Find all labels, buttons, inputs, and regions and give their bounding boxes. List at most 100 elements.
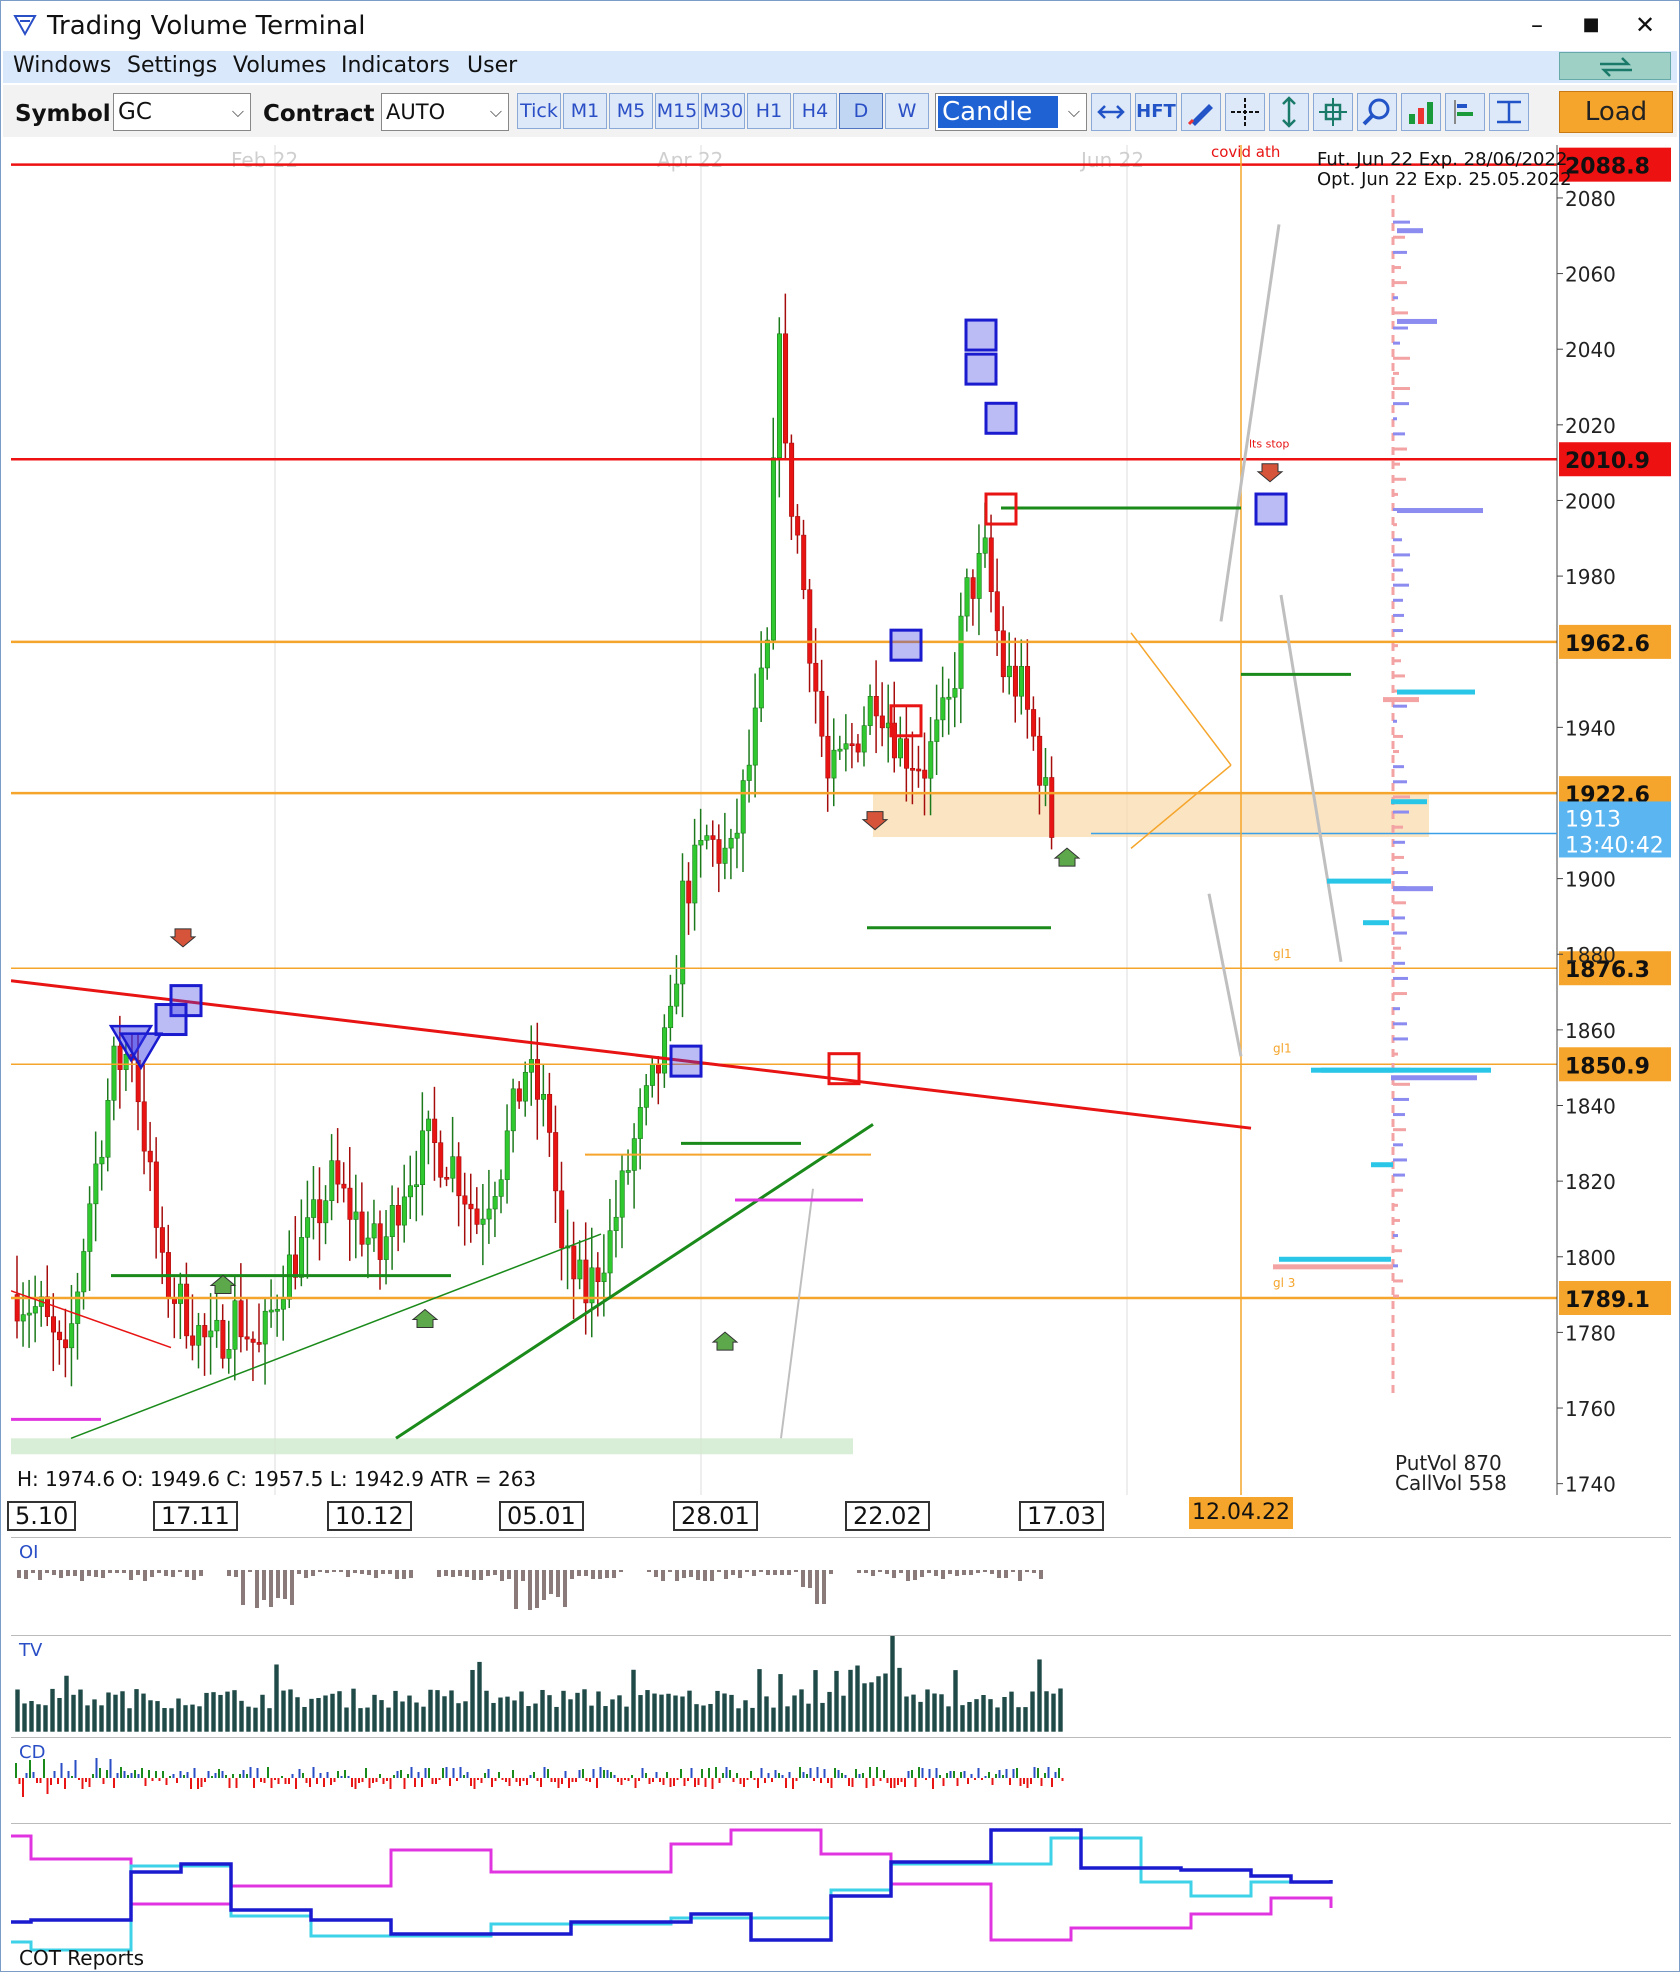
timeframe-m30[interactable]: M30: [701, 93, 745, 129]
profile-tool-button[interactable]: [1445, 93, 1485, 131]
volume-tool-button[interactable]: [1401, 93, 1441, 131]
tv-bar: [602, 1705, 609, 1733]
menu-indicators[interactable]: Indicators: [341, 53, 450, 78]
cd-bar: [312, 1767, 315, 1778]
oi-bar: [696, 1570, 700, 1580]
cd-bar: [211, 1776, 213, 1778]
cursor-tool-button[interactable]: [1091, 93, 1131, 131]
candle-body: [426, 1118, 432, 1132]
cd-bar: [491, 1778, 493, 1787]
menu-windows[interactable]: Windows: [13, 53, 111, 78]
candle-body: [686, 880, 692, 904]
hft-button[interactable]: HFT: [1135, 93, 1177, 131]
tv-bar: [924, 1688, 931, 1733]
profile-bar: [1393, 795, 1410, 799]
oi-bar: [472, 1570, 476, 1580]
maximize-button[interactable]: ■: [1571, 9, 1611, 41]
profile-bar-strong: [1363, 920, 1389, 926]
move-icon: [1319, 98, 1347, 126]
candle-body: [1025, 666, 1031, 710]
cd-bar: [960, 1772, 962, 1778]
tv-bar: [672, 1694, 679, 1733]
cd-bar: [872, 1778, 875, 1786]
cd-bar: [799, 1767, 801, 1778]
tv-bar: [574, 1692, 581, 1733]
cd-bar: [890, 1778, 892, 1788]
cd-bar: [648, 1778, 651, 1784]
tv-panel[interactable]: TV: [11, 1635, 1671, 1735]
price-level-label: 2010.9: [1565, 449, 1650, 474]
cd-bar: [991, 1778, 994, 1785]
profile-bar: [1393, 538, 1402, 542]
timeframe-h4[interactable]: H4: [793, 93, 837, 129]
load-button[interactable]: Load: [1559, 91, 1673, 133]
timeframe-m5[interactable]: M5: [609, 93, 653, 129]
cd-panel[interactable]: CD: [11, 1737, 1671, 1821]
cd-bar: [130, 1773, 133, 1778]
tv-bar: [1057, 1687, 1064, 1733]
cd-bar: [368, 1778, 371, 1788]
tv-bar: [735, 1707, 742, 1733]
contract-select[interactable]: AUTO ⌵: [381, 93, 509, 131]
chart-type-value: Candle: [938, 96, 1058, 128]
tv-bar: [581, 1688, 588, 1733]
cd-bar: [333, 1778, 336, 1782]
zoom-tool-button[interactable]: [1357, 93, 1397, 131]
buy-arrow-icon: [209, 1274, 237, 1294]
tv-bar: [357, 1707, 364, 1733]
y-axis-tick-label: 2040: [1565, 338, 1616, 362]
cd-bar: [204, 1778, 206, 1782]
profile-bar-strong: [1391, 799, 1427, 805]
minimize-button[interactable]: –: [1517, 9, 1557, 41]
profile-bar: [1393, 1188, 1403, 1192]
profile-bar: [1393, 1007, 1400, 1011]
oi-bar: [66, 1570, 70, 1576]
oi-bar: [983, 1570, 987, 1572]
draw-tool-button[interactable]: [1181, 93, 1221, 131]
cd-bar: [746, 1778, 749, 1780]
close-button[interactable]: ✕: [1625, 9, 1665, 41]
vertical-scale-button[interactable]: [1269, 93, 1309, 131]
timeframe-tick[interactable]: Tick: [517, 93, 561, 129]
cd-bar: [526, 1778, 528, 1785]
date-label: 05.01: [499, 1501, 584, 1531]
oi-bar: [129, 1570, 133, 1580]
candle-body: [468, 1203, 474, 1210]
move-tool-button[interactable]: [1313, 93, 1353, 131]
toolbar: Symbol GC ⌵ Contract AUTO ⌵ Tick M1 M5 M…: [3, 85, 1677, 137]
tv-bar: [259, 1694, 266, 1733]
menu-user[interactable]: User: [467, 53, 517, 78]
timeframe-m1[interactable]: M1: [563, 93, 607, 129]
cd-bar: [277, 1778, 280, 1784]
tv-bar: [371, 1694, 378, 1733]
profile-bar: [1393, 992, 1407, 996]
cd-bar: [417, 1772, 420, 1778]
price-chart-canvas[interactable]: Feb 22 Apr 22 Jun 22 2088.82010.91962.61922…: [11, 145, 1671, 1495]
profile-bar: [1393, 765, 1404, 769]
timeframe-w[interactable]: W: [885, 93, 929, 129]
crosshair-tool-button[interactable]: [1225, 93, 1265, 131]
cd-bar: [781, 1775, 784, 1778]
cd-bar: [228, 1778, 231, 1788]
oi-bar: [934, 1570, 938, 1576]
range-tool-button[interactable]: [1489, 93, 1529, 131]
oi-panel[interactable]: OI: [11, 1537, 1671, 1633]
candle-body: [432, 1118, 438, 1143]
tv-bar: [322, 1694, 329, 1733]
timeframe-h1[interactable]: H1: [747, 93, 791, 129]
candle-body: [843, 743, 849, 750]
price-chart[interactable]: Feb 22 Apr 22 Jun 22 2088.8 2010.9 1962.6 1922…: [11, 145, 1671, 1495]
tv-bar: [637, 1694, 644, 1733]
cot-panel[interactable]: COT Reports: [11, 1823, 1671, 1971]
symbol-select[interactable]: GC ⌵: [113, 93, 251, 131]
menu-volumes[interactable]: Volumes: [233, 53, 326, 78]
candle-body: [534, 1059, 540, 1100]
candle-body: [371, 1223, 377, 1239]
chart-type-select[interactable]: Candle ⌵: [935, 93, 1087, 131]
menu-settings[interactable]: Settings: [127, 53, 217, 78]
timeframe-m15[interactable]: M15: [655, 93, 699, 129]
timeframe-d[interactable]: D: [839, 93, 883, 129]
supply-zone: [873, 793, 1429, 838]
sync-button[interactable]: [1559, 52, 1671, 80]
cd-bar: [596, 1778, 598, 1788]
